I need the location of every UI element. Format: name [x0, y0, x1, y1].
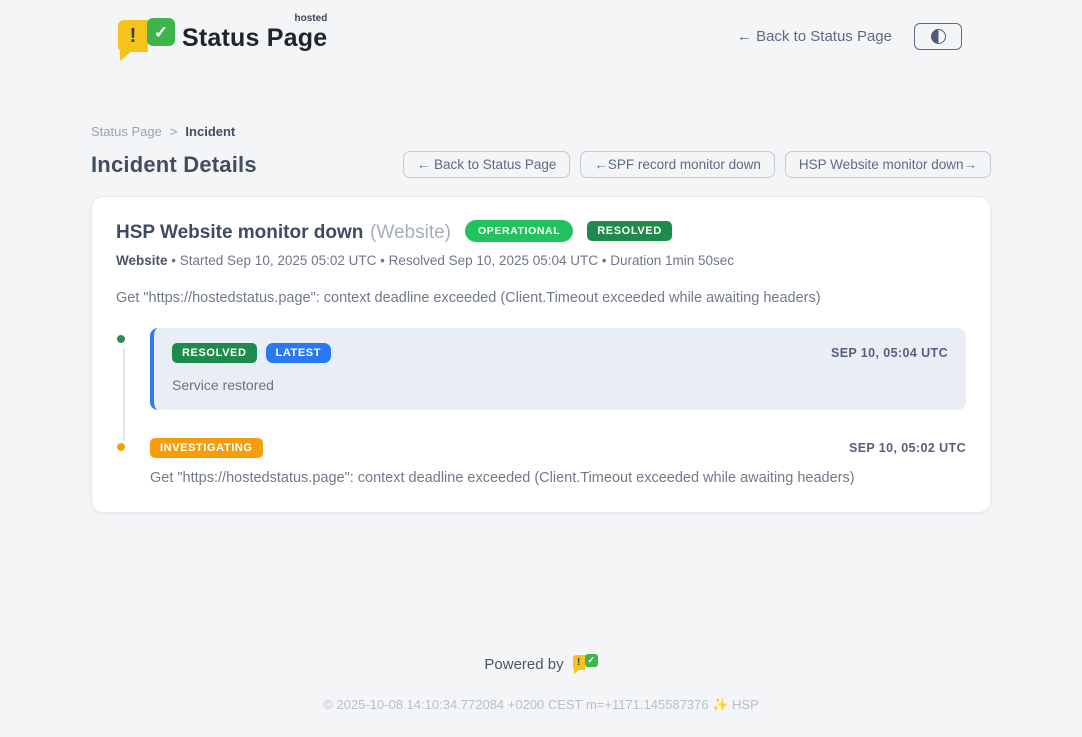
incident-nav-buttons: ← Back to Status Page ←SPF record monito…	[403, 151, 991, 178]
incident-title-row: HSP Website monitor down (Website) OPERA…	[116, 217, 966, 245]
back-to-status-page-link[interactable]: ← Back to Status Page	[737, 28, 892, 45]
timeline-rail	[116, 328, 132, 410]
breadcrumb-status-page-link[interactable]: Status Page	[91, 124, 162, 139]
logo-check-bubble: ✓	[585, 654, 598, 667]
status-page-logo-icon: ! ✓	[118, 14, 172, 58]
incident-title: HSP Website monitor down	[116, 222, 363, 243]
breadcrumb-current-incident: Incident	[185, 124, 235, 139]
timeline-update-card: INVESTIGATING SEP 10, 05:02 UTC Get "htt…	[150, 436, 966, 486]
header: ! ✓ Status Page hosted ← Back to Status …	[0, 0, 1082, 64]
timeline-update-card: RESOLVED LATEST SEP 10, 05:04 UTC Servic…	[150, 328, 966, 410]
incident-meta: Website • Started Sep 10, 2025 05:02 UTC…	[116, 253, 966, 268]
powered-by: Powered by ! ✓	[0, 654, 1082, 675]
status-page-logo[interactable]: ! ✓ Status Page hosted	[118, 14, 327, 58]
brand-name: Status Page	[182, 24, 327, 52]
timeline-update-message: Service restored	[172, 377, 948, 393]
incident-scope: (Website)	[370, 222, 451, 243]
breadcrumb-separator: >	[170, 124, 178, 139]
logo-exclamation-bubble: !	[573, 655, 585, 670]
incident-service-name: Website	[116, 253, 168, 268]
main-content: Status Page > Incident Incident Details …	[91, 64, 991, 513]
powered-by-logo-icon[interactable]: ! ✓	[573, 654, 598, 675]
timeline-rail	[116, 436, 132, 486]
contrast-icon	[931, 29, 946, 44]
footer: Powered by ! ✓ © 2025-10-08 14:10:34.772…	[0, 654, 1082, 737]
brand-hosted-label: hosted	[295, 13, 328, 24]
logo-text: Status Page hosted	[182, 14, 327, 53]
incident-meta-details: • Started Sep 10, 2025 05:02 UTC • Resol…	[171, 253, 734, 268]
logo-check-bubble: ✓	[147, 18, 175, 46]
powered-by-label: Powered by	[484, 656, 563, 673]
logo-exclamation-bubble: !	[118, 20, 148, 52]
resolved-badge: RESOLVED	[172, 343, 257, 363]
title-row: Incident Details ← Back to Status Page ←…	[91, 151, 991, 178]
investigating-dot-icon	[114, 440, 128, 454]
breadcrumb: Status Page > Incident	[91, 124, 991, 139]
theme-toggle-button[interactable]	[914, 23, 962, 50]
resolved-dot-icon	[114, 332, 128, 346]
copyright-text: © 2025-10-08 14:10:34.772084 +0200 CEST …	[0, 697, 1082, 713]
incident-title-group: HSP Website monitor down (Website)	[116, 217, 451, 245]
incident-timeline: RESOLVED LATEST SEP 10, 05:04 UTC Servic…	[116, 328, 966, 486]
timeline-update-header: RESOLVED LATEST SEP 10, 05:04 UTC	[172, 343, 948, 363]
timeline-entry-investigating: INVESTIGATING SEP 10, 05:02 UTC Get "htt…	[116, 436, 966, 486]
prev-incident-button[interactable]: ←SPF record monitor down	[580, 151, 775, 178]
resolved-state-badge: RESOLVED	[587, 221, 672, 241]
incident-card: HSP Website monitor down (Website) OPERA…	[91, 196, 991, 513]
timeline-update-message: Get "https://hostedstatus.page": context…	[150, 470, 966, 486]
header-actions: ← Back to Status Page	[737, 23, 962, 50]
incident-description: Get "https://hostedstatus.page": context…	[116, 290, 966, 306]
operational-status-badge: OPERATIONAL	[465, 220, 573, 242]
timeline-update-header: INVESTIGATING SEP 10, 05:02 UTC	[150, 438, 966, 458]
timeline-timestamp: SEP 10, 05:02 UTC	[849, 441, 966, 455]
next-incident-button[interactable]: HSP Website monitor down→	[785, 151, 991, 178]
latest-badge: LATEST	[266, 343, 332, 363]
back-to-status-page-button[interactable]: ← Back to Status Page	[403, 151, 571, 178]
timeline-entry-resolved: RESOLVED LATEST SEP 10, 05:04 UTC Servic…	[116, 328, 966, 410]
page-title: Incident Details	[91, 152, 257, 178]
investigating-badge: INVESTIGATING	[150, 438, 263, 458]
timeline-timestamp: SEP 10, 05:04 UTC	[831, 346, 948, 360]
